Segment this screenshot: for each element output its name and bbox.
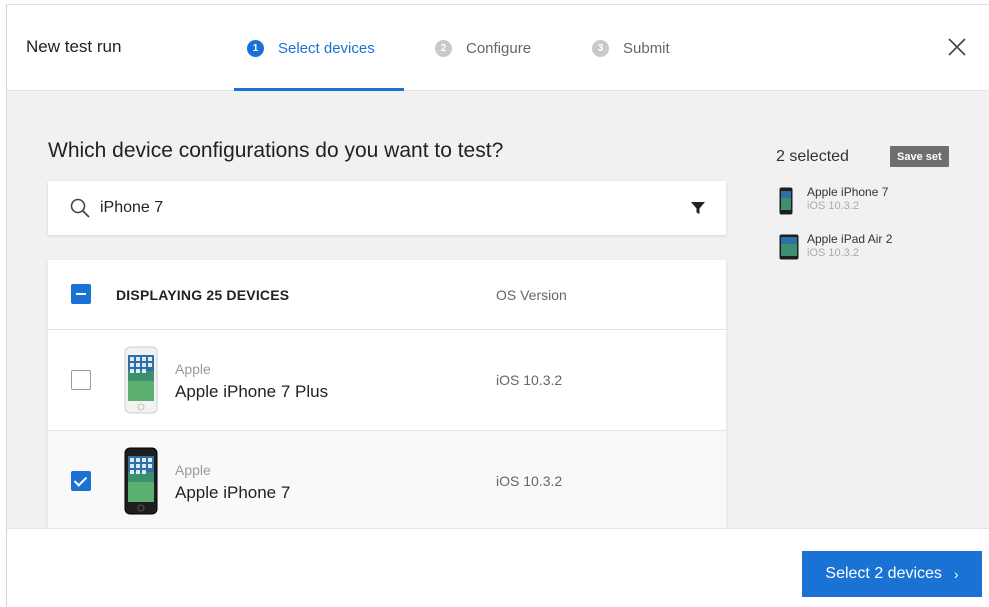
row-checkbox[interactable] [71, 370, 91, 390]
device-thumbnail-iphone-7 [124, 447, 158, 515]
device-os-version: iOS 10.3.2 [496, 372, 563, 388]
new-test-run-dialog: New test run 1 Select devices 2 Configur… [6, 4, 989, 607]
select-devices-button[interactable]: Select 2 devices › [802, 551, 982, 597]
selected-device-name: Apple iPad Air 2 [807, 232, 893, 246]
filter-icon[interactable] [690, 200, 706, 216]
device-os-version: iOS 10.3.2 [496, 473, 563, 489]
selected-device-os: iOS 10.3.2 [807, 247, 859, 259]
device-brand: Apple [175, 462, 211, 478]
dialog-body: Which device configurations do you want … [7, 91, 989, 528]
select-all-checkbox[interactable] [71, 284, 91, 304]
step-label: Submit [623, 39, 670, 57]
device-table: DISPLAYING 25 DEVICES OS Version Apple A… [48, 260, 726, 528]
device-brand: Apple [175, 361, 211, 377]
os-version-header: OS Version [496, 287, 567, 303]
step-number: 2 [435, 39, 452, 57]
step-select-devices[interactable]: 1 Select devices [247, 35, 375, 61]
step-number: 1 [247, 39, 264, 57]
table-row[interactable]: Apple Apple iPhone 7 iOS 10.3.2 [48, 431, 726, 528]
device-search-bar [48, 181, 726, 235]
devices-count-header: DISPLAYING 25 DEVICES [116, 287, 290, 303]
table-row[interactable]: Apple Apple iPhone 7 Plus iOS 10.3.2 [48, 330, 726, 431]
search-icon [68, 196, 92, 220]
step-number: 3 [592, 39, 609, 57]
search-input[interactable] [100, 194, 660, 222]
tablet-icon [779, 234, 799, 265]
step-configure[interactable]: 2 Configure [435, 35, 531, 61]
table-header: DISPLAYING 25 DEVICES OS Version [48, 260, 726, 330]
device-name: Apple iPhone 7 Plus [175, 382, 329, 401]
selected-device-name: Apple iPhone 7 [807, 185, 889, 199]
selected-device-item: Apple iPad Air 2 iOS 10.3.2 [779, 232, 979, 266]
selected-device-item: Apple iPhone 7 iOS 10.3.2 [779, 185, 979, 219]
save-set-button[interactable]: Save set [890, 146, 949, 167]
page-question: Which device configurations do you want … [48, 139, 504, 162]
select-devices-label: Select 2 devices [825, 565, 942, 582]
step-label: Select devices [278, 39, 375, 57]
dialog-header: New test run 1 Select devices 2 Configur… [7, 5, 989, 91]
device-name: Apple iPhone 7 [175, 483, 291, 502]
selected-count: 2 selected [776, 148, 849, 165]
dialog-footer: Select 2 devices › [7, 528, 989, 607]
step-label: Configure [466, 39, 532, 57]
chevron-right-icon: › [953, 566, 959, 582]
close-icon[interactable] [945, 35, 969, 59]
selected-device-os: iOS 10.3.2 [807, 200, 859, 212]
device-thumbnail-iphone-7-plus [124, 346, 158, 414]
row-checkbox[interactable] [71, 471, 91, 491]
dialog-title: New test run [26, 37, 122, 56]
step-submit[interactable]: 3 Submit [592, 35, 670, 61]
phone-icon [779, 187, 793, 220]
